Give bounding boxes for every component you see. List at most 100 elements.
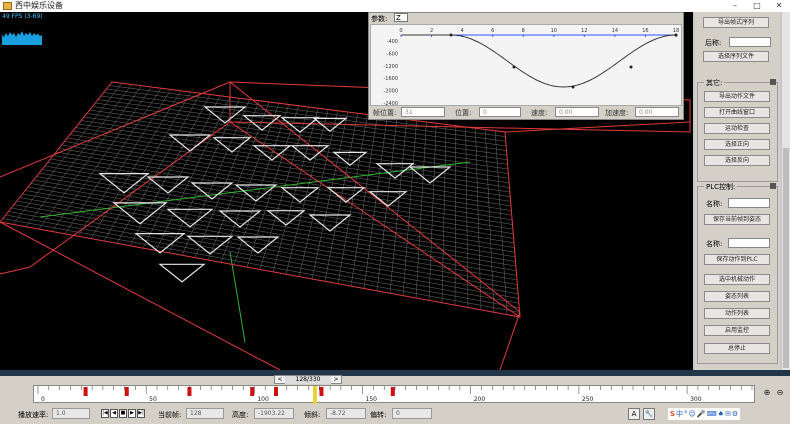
ime-voice-icon[interactable]: 🎤	[697, 409, 706, 419]
curve-x-tick-label: 0	[399, 28, 402, 34]
curve-y-tick-label: -2000	[383, 89, 398, 95]
stop-button[interactable]: ■	[119, 409, 127, 418]
right-panel: 导出帧式序列 后称: 选择序列文件 其它: 导出动作文件 打开曲线窗口 运动检查…	[693, 12, 790, 370]
last-frame-button[interactable]: ▶|	[137, 409, 145, 418]
open-curve-window-button[interactable]: 打开曲线窗口	[704, 107, 770, 118]
collapse-icon[interactable]	[770, 79, 776, 85]
select-sequence-file-button[interactable]: 选择序列文件	[703, 51, 769, 62]
keyframe-marker	[124, 387, 129, 396]
other-group-title: 其它:	[704, 78, 725, 88]
triangle-markers	[98, 106, 452, 283]
select-forward-button[interactable]: 选择正向	[704, 139, 770, 150]
frame-pos-field[interactable]: 31	[401, 107, 445, 117]
height-field[interactable]: -1903.22	[254, 408, 294, 419]
ruler-label: 100	[257, 396, 269, 403]
position-field[interactable]: 0	[479, 107, 521, 117]
ime-keyboard-icon[interactable]: ⌨	[707, 409, 717, 419]
stop-all-button[interactable]: 总停止	[704, 343, 770, 354]
play-rate-label: 播放速率:	[18, 411, 49, 419]
tilt-field[interactable]: -8.72	[326, 408, 366, 419]
select-reverse-button[interactable]: 选择反向	[704, 155, 770, 166]
play-rate-field[interactable]: 1.0	[52, 408, 90, 419]
playhead	[312, 386, 317, 404]
ruler-label: 0	[41, 396, 45, 403]
timeline-scroll-track[interactable]	[0, 370, 790, 376]
action-list-button[interactable]: 动作列表	[704, 308, 770, 319]
ime-logo-icon[interactable]: S	[670, 409, 675, 419]
curve-plot[interactable]: 0 2 4 6 8 10 12 14 16 18 -400 -600 -1200 -1600 -2000 -2…	[370, 24, 682, 107]
collapse-icon[interactable]	[770, 183, 776, 189]
prev-frame-button[interactable]: ◀	[110, 409, 118, 418]
curve-y-tick-label: -1200	[383, 64, 398, 70]
maximize-button[interactable]: □	[746, 0, 768, 12]
suffix-label: 后称:	[705, 39, 722, 47]
first-frame-button[interactable]: |◀	[101, 409, 109, 418]
save-current-frame-button[interactable]: 保存当前帧到姿态	[704, 214, 770, 225]
yaw-field[interactable]: 0	[392, 408, 432, 419]
curve-svg: 0 2 4 6 8 10 12 14 16 18 -400 -600 -1200 -1600 -2000 -2…	[383, 28, 679, 107]
ime-settings-icon[interactable]: ⚙	[732, 409, 738, 419]
position-label: 位置:	[455, 109, 472, 117]
frame-edge-5	[504, 121, 691, 133]
ime-toolbar: S 中 ° ☺ 🎤 ⌨ ♠ ✉ ⚙	[668, 408, 741, 420]
keyframe-marker	[390, 387, 395, 396]
curve-y-tick-label: -1600	[383, 76, 398, 82]
curve-keypoint	[571, 85, 575, 89]
play-button[interactable]: ▶	[128, 409, 136, 418]
triangle-marker	[146, 176, 190, 194]
curve-x-tick-label: 4	[461, 28, 464, 34]
text-tool-button[interactable]: A	[628, 408, 640, 420]
select-mechanical-action-button[interactable]: 选中机械动作	[704, 274, 770, 285]
zoom-in-icon[interactable]: ⊕	[762, 388, 772, 398]
name-input[interactable]	[728, 198, 770, 208]
scrollbar-thumb[interactable]	[783, 148, 789, 368]
name-label-2: 名称:	[706, 240, 723, 248]
export-action-file-button[interactable]: 导出动作文件	[704, 91, 770, 102]
transport-controls: |◀ ◀ ■ ▶ ▶|	[101, 409, 145, 418]
ime-emoji-icon[interactable]: ☺	[689, 409, 696, 419]
suffix-input[interactable]	[729, 37, 771, 47]
fps-graph	[2, 31, 42, 45]
timeline: < 128/330 > 0 50 100 150 200 250 300 ⊕ ⊖ 播放速率:…	[0, 370, 790, 424]
curve-x-tick-label: 10	[551, 28, 557, 34]
keyframe-marker	[250, 387, 255, 396]
zoom-out-icon[interactable]: ⊖	[775, 388, 785, 398]
keyframe-marker	[83, 387, 88, 396]
ruler-label: 300	[690, 396, 702, 403]
current-frame-label: 当前帧:	[158, 411, 182, 419]
accel-field[interactable]: 0.00	[635, 107, 679, 117]
keyframe-marker	[274, 387, 278, 396]
frame-pos-label: 帧位置:	[373, 109, 397, 117]
fps-counter: 49 FPS (3-69)	[2, 13, 43, 20]
curve-x-tick-label: 2	[430, 28, 433, 34]
wrench-icon[interactable]: 🔧	[643, 408, 655, 420]
curve-keypoint	[449, 33, 453, 37]
ime-language-icon[interactable]: 中	[676, 409, 683, 419]
curve-keypoint	[512, 65, 516, 69]
vertical-scrollbar[interactable]	[782, 12, 790, 370]
minimize-button[interactable]: –	[724, 0, 746, 12]
current-frame-field[interactable]: 128	[186, 408, 224, 419]
curve-keypoint	[629, 65, 633, 69]
ruler-label: 250	[582, 396, 594, 403]
param-select[interactable]: Z	[394, 13, 408, 22]
nav-next-button[interactable]: >	[332, 376, 340, 384]
ime-punctuation-icon[interactable]: °	[684, 409, 688, 419]
frame-ruler[interactable]: 0 50 100 150 200 250 300	[33, 385, 755, 404]
export-sequence-button[interactable]: 导出帧式序列	[703, 17, 769, 28]
nav-frame-indicator[interactable]: 128/330	[285, 376, 331, 384]
frame-edge-3	[229, 121, 521, 318]
enable-monitor-button[interactable]: 启用监控	[704, 325, 770, 336]
close-button[interactable]: ✕	[768, 0, 790, 12]
motion-check-button[interactable]: 运动检查	[704, 123, 770, 134]
name-input-2[interactable]	[728, 238, 770, 248]
ime-mail-icon[interactable]: ✉	[725, 409, 731, 419]
pose-list-button[interactable]: 姿态列表	[704, 291, 770, 302]
nav-prev-button[interactable]: <	[276, 376, 284, 384]
speed-label: 速度:	[531, 109, 548, 117]
ime-skin-icon[interactable]: ♠	[718, 409, 724, 419]
timeline-nav: < 128/330 >	[274, 375, 342, 384]
curve-y-tick-label: -2400	[383, 101, 398, 105]
speed-field[interactable]: 0.00	[555, 107, 599, 117]
save-action-plc-button[interactable]: 保存动作到PLC	[704, 254, 770, 265]
